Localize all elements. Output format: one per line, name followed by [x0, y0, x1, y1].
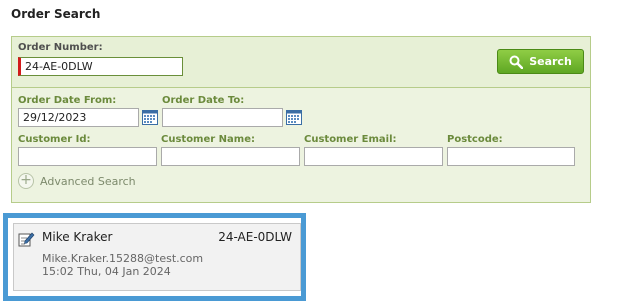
- date-from-input[interactable]: [18, 108, 139, 127]
- advanced-search-label: Advanced Search: [40, 174, 136, 188]
- page-title: Order Search: [11, 7, 101, 21]
- search-button-label: Search: [529, 55, 572, 68]
- result-customer-name: Mike Kraker: [42, 230, 113, 244]
- result-datetime: 15:02 Thu, 04 Jan 2024: [42, 265, 171, 278]
- search-panel: Order Number: Search Order Date From: Or…: [11, 36, 591, 203]
- calendar-icon[interactable]: [286, 110, 302, 125]
- magnifier-icon: [509, 55, 524, 69]
- calendar-icon[interactable]: [142, 110, 158, 125]
- postcode-input[interactable]: [447, 147, 575, 166]
- customer-email-label: Customer Email:: [304, 134, 397, 145]
- search-button[interactable]: Search: [497, 49, 584, 74]
- plus-icon: +: [18, 173, 34, 189]
- customer-name-label: Customer Name:: [161, 134, 255, 145]
- customer-id-label: Customer Id:: [18, 134, 91, 145]
- order-number-section: Order Number: Search: [12, 37, 590, 88]
- date-to-label: Order Date To:: [162, 95, 245, 106]
- order-number-input[interactable]: [18, 57, 183, 76]
- customer-name-input[interactable]: [161, 147, 300, 166]
- date-to-input[interactable]: [162, 108, 283, 127]
- result-email: Mike.Kraker.15288@test.com: [42, 252, 204, 265]
- date-from-label: Order Date From:: [18, 95, 117, 106]
- edit-note-icon: [18, 231, 35, 251]
- result-order-number: 24-AE-0DLW: [218, 230, 292, 244]
- advanced-search-toggle[interactable]: + Advanced Search: [18, 173, 136, 189]
- search-results-list: Mike Kraker 24-AE-0DLW Mike.Kraker.15288…: [3, 213, 306, 301]
- customer-id-input[interactable]: [18, 147, 157, 166]
- customer-email-input[interactable]: [304, 147, 443, 166]
- order-number-label: Order Number:: [18, 42, 103, 53]
- postcode-label: Postcode:: [447, 134, 503, 145]
- result-item[interactable]: Mike Kraker 24-AE-0DLW Mike.Kraker.15288…: [13, 223, 301, 291]
